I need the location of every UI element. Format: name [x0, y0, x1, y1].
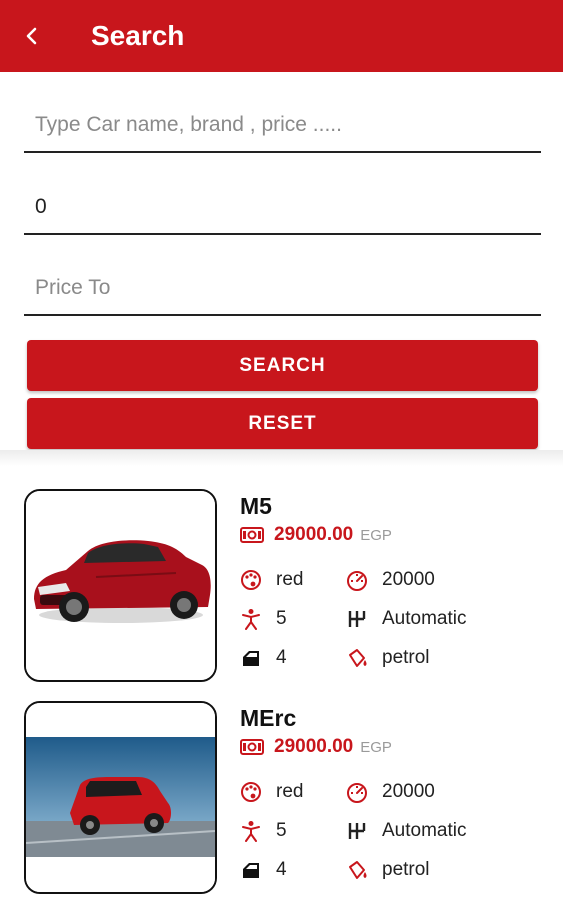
spec-doors: 4	[240, 859, 287, 881]
page-title: Search	[91, 20, 185, 51]
price-value: 29000.00	[274, 524, 354, 545]
money-icon	[240, 739, 264, 755]
spec-doors-value: 4	[276, 859, 287, 880]
spec-color: red	[240, 781, 303, 803]
price-row: 29000.00 EGP	[240, 524, 392, 546]
car-card[interactable]: MErc 29000.00 EGP red 20000 5 Automatic	[0, 701, 563, 896]
spec-doors-value: 4	[276, 647, 287, 668]
car-door-icon	[240, 859, 262, 881]
price-from-field[interactable]	[24, 175, 541, 235]
currency-label: EGP	[360, 738, 392, 756]
car-card[interactable]: M5 29000.00 EGP red 20000 5 Automatic 4 …	[0, 489, 563, 684]
price-value: 29000.00	[274, 736, 354, 757]
palette-icon	[240, 569, 262, 591]
spec-fuel-value: petrol	[382, 859, 430, 880]
search-button[interactable]: SEARCH	[27, 340, 538, 391]
speedometer-icon	[346, 569, 368, 591]
car-image	[24, 701, 217, 894]
gearshift-icon	[346, 608, 368, 630]
spec-seats: 5	[240, 608, 287, 630]
spec-fuel: petrol	[346, 859, 430, 881]
price-from-input[interactable]	[35, 195, 541, 219]
speedometer-icon	[346, 781, 368, 803]
spec-mileage-value: 20000	[382, 569, 435, 590]
price-to-input[interactable]	[35, 276, 541, 300]
spec-seats-value: 5	[276, 608, 287, 629]
back-button[interactable]	[0, 0, 64, 72]
spec-doors: 4	[240, 647, 287, 669]
money-icon	[240, 527, 264, 543]
search-input[interactable]	[35, 113, 541, 137]
car-door-icon	[240, 647, 262, 669]
spec-seats-value: 5	[276, 820, 287, 841]
spec-seats: 5	[240, 820, 287, 842]
spec-transmission-value: Automatic	[382, 820, 467, 841]
price-row: 29000.00 EGP	[240, 736, 392, 758]
person-icon	[240, 608, 262, 630]
car-image	[24, 489, 217, 682]
section-divider	[0, 450, 563, 466]
spec-mileage: 20000	[346, 569, 435, 591]
chevron-left-icon	[26, 27, 37, 45]
car-name: M5	[240, 493, 272, 519]
spec-transmission: Automatic	[346, 608, 466, 630]
car-name: MErc	[240, 705, 297, 731]
spec-transmission: Automatic	[346, 820, 466, 842]
spec-color-value: red	[276, 781, 304, 802]
price-to-field[interactable]	[24, 256, 541, 316]
spec-mileage-value: 20000	[382, 781, 435, 802]
spec-transmission-value: Automatic	[382, 608, 467, 629]
query-field[interactable]	[24, 93, 541, 153]
palette-icon	[240, 781, 262, 803]
spec-fuel-value: petrol	[382, 647, 430, 668]
currency-label: EGP	[360, 526, 392, 544]
fuel-icon	[346, 647, 368, 669]
spec-color-value: red	[276, 569, 304, 590]
app-bar: Search	[0, 0, 563, 72]
spec-color: red	[240, 569, 303, 591]
reset-button[interactable]: RESET	[27, 398, 538, 449]
spec-mileage: 20000	[346, 781, 435, 803]
gearshift-icon	[346, 820, 368, 842]
person-icon	[240, 820, 262, 842]
fuel-icon	[346, 859, 368, 881]
spec-fuel: petrol	[346, 647, 430, 669]
